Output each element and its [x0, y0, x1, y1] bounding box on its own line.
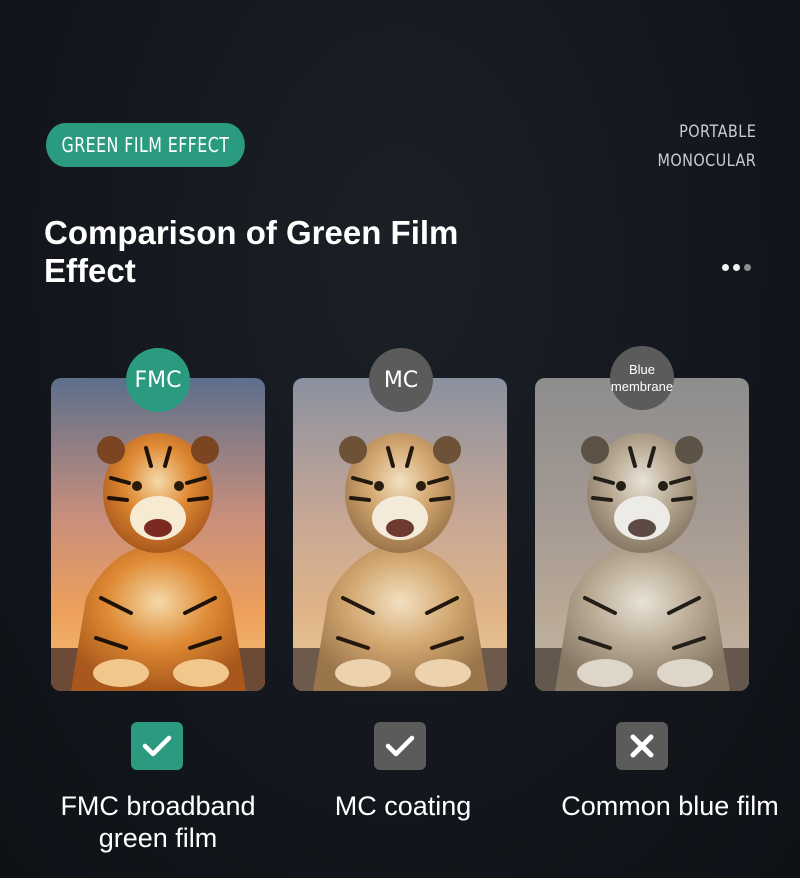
- check-icon: [385, 735, 415, 757]
- mc-caption: MC coating: [290, 790, 516, 822]
- fmc-badge: FMC: [126, 348, 190, 412]
- pager-dot-2[interactable]: [733, 264, 740, 271]
- close-icon: [630, 734, 654, 758]
- mc-check-mark: [374, 722, 426, 770]
- blue-membrane-caption-line-1: Common blue film: [561, 791, 779, 821]
- check-icon: [142, 735, 172, 757]
- pager-dot-3[interactable]: [744, 264, 751, 271]
- fmc-caption-line-2: green film: [98, 823, 218, 853]
- page-title: Comparison of Green Film Effect: [44, 214, 459, 289]
- fmc-caption: FMC broadband green film: [28, 790, 288, 854]
- blue-membrane-cross-mark: [616, 722, 668, 770]
- fmc-tiger-image: [51, 378, 265, 691]
- product-type-label: PORTABLE MONOCULAR: [640, 118, 756, 176]
- green-film-effect-tag: GREEN FILM EFFECT: [46, 123, 245, 167]
- blue-membrane-tiger-image: [535, 378, 749, 691]
- fmc-check-mark: [131, 722, 183, 770]
- blue-membrane-badge: Blue membrane: [610, 346, 674, 410]
- product-type-line-2: MONOCULAR: [657, 151, 756, 171]
- mc-caption-line-1: MC coating: [334, 791, 472, 821]
- pager-dot-1[interactable]: [722, 264, 729, 271]
- product-type-line-1: PORTABLE: [678, 122, 756, 142]
- pager-dots[interactable]: [722, 264, 751, 271]
- mc-tiger-image: [293, 378, 507, 691]
- blue-membrane-caption: Common blue film: [540, 790, 800, 822]
- fmc-caption-line-1: FMC broadband: [60, 791, 256, 821]
- mc-badge: MC: [369, 348, 433, 412]
